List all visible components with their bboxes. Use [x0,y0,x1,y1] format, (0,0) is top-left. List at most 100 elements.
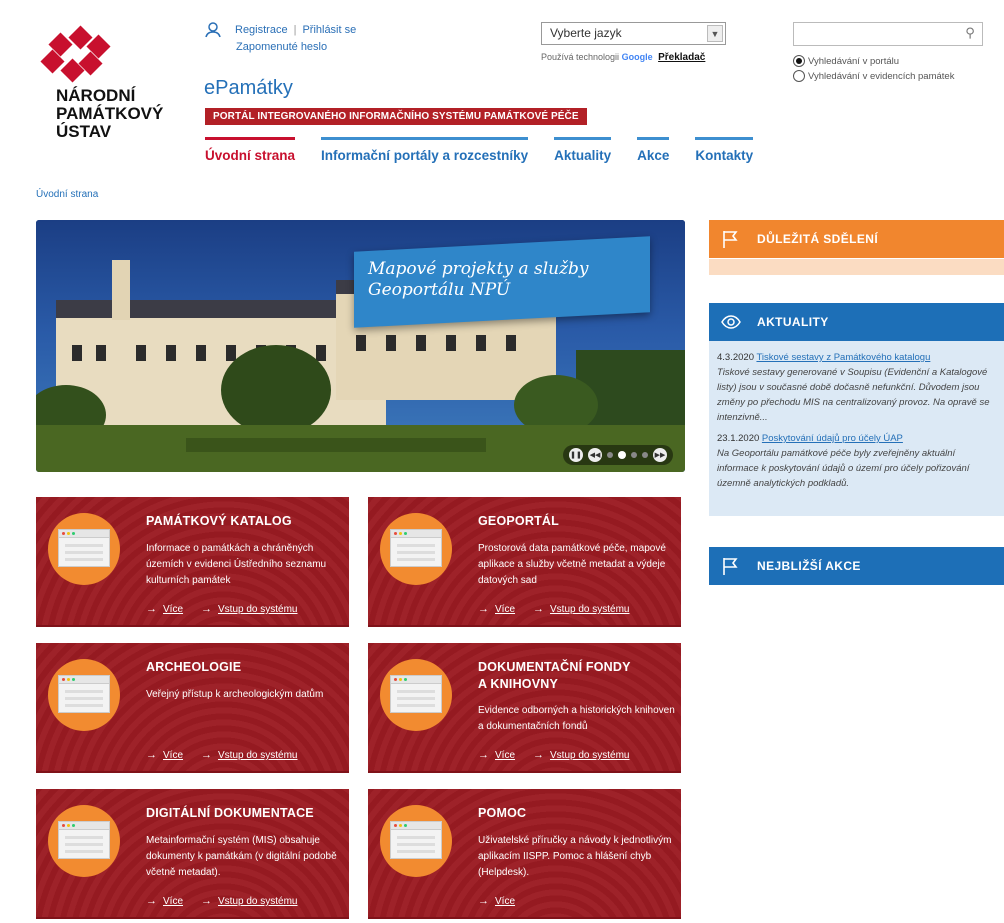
hero-caption-line2: Geoportálu NPÚ [368,280,511,301]
enter-system-link[interactable]: → Vstup do systému [533,749,629,761]
card-geoportal[interactable]: GEOPORTÁL Prostorová data památkové péče… [368,497,681,627]
news-header[interactable]: AKTUALITY [709,303,1004,341]
arrow-right-icon: → [478,895,489,907]
important-notices-header[interactable]: DŮLEŽITÁ SDĚLENÍ [709,220,1004,258]
radio-registry[interactable] [793,70,805,82]
user-links: Registrace | Přihlásit se Zapomenuté hes… [205,22,356,53]
card-description: Prostorová data památkové péče, mapové a… [478,543,666,586]
translate-link[interactable]: Překladač [658,52,705,63]
browser-window-icon [58,529,110,567]
google-logo: Google [621,52,653,62]
upcoming-events-title: NEJBLIŽŠÍ AKCE [757,559,861,573]
nav-home[interactable]: Úvodní strana [205,137,296,163]
hero-caption-line1: Mapové projekty a služby [368,259,589,280]
card-title: DIGITÁLNÍ DOKUMENTACE [146,806,314,820]
search-scope: Vyhledávání v portálu Vyhledávání v evid… [793,55,954,85]
next-icon[interactable]: ▶▶ [653,448,667,462]
prev-icon[interactable]: ◀◀ [588,448,602,462]
search-icon[interactable]: ⚲ [958,23,982,45]
upcoming-events-header[interactable]: NEJBLIŽŠÍ AKCE [709,547,1004,585]
news-item: 23.1.2020 Poskytování údajů pro účely ÚA… [717,431,996,491]
card-title: ARCHEOLOGIE [146,660,242,674]
card-help[interactable]: POMOC Uživatelské příručky a návody k je… [368,789,681,919]
arrow-right-icon: → [533,749,545,761]
card-description: Metainformační systém (MIS) obsahuje dok… [146,835,337,878]
user-link-separator: | [293,24,297,36]
card-description: Informace o památkách a chráněných území… [146,543,327,586]
search-option-registry[interactable]: Vyhledávání v evidencích památek [793,70,954,82]
enter-system-link[interactable]: → Vstup do systému [201,603,297,615]
nav-events[interactable]: Akce [637,137,670,163]
arrow-right-icon: → [478,603,489,615]
nav-portals[interactable]: Informační portály a rozcestníky [321,137,529,163]
slide-dot-active[interactable] [618,451,626,459]
news-list: 4.3.2020 Tiskové sestavy z Památkového k… [709,341,1004,516]
enter-system-link[interactable]: → Vstup do systému [201,895,297,907]
slider-controls: ❚❚ ◀◀ ▶▶ [563,445,673,465]
brand-title[interactable]: ePamátky [204,77,293,100]
more-link[interactable]: → Více [146,749,183,761]
news-text: Tiskové sestavy generované v Soupisu (Ev… [717,367,990,423]
nav-contacts[interactable]: Kontakty [695,137,754,163]
flag-icon [723,558,738,575]
translate-credit: Používá technologii Google Překladač [541,52,705,63]
browser-window-icon [390,675,442,713]
more-link[interactable]: → Více [478,895,515,907]
card-description: Evidence odborných a historických knihov… [478,705,675,732]
hero-caption[interactable]: Mapové projekty a služby Geoportálu NPÚ [354,236,650,328]
search-option-portal-label: Vyhledávání v portálu [808,55,900,67]
breadcrumb[interactable]: Úvodní strana [36,189,98,200]
card-archeology[interactable]: ARCHEOLOGIE Veřejný přístup k archeologi… [36,643,349,773]
language-select[interactable]: Vyberte jazyk ▼ [541,22,726,45]
card-documentation-funds[interactable]: DOKUMENTAČNÍ FONDY A KNIHOVNY Evidence od… [368,643,681,773]
logo-text: NÁRODNÍ PAMÁTKOVÝ ÚSTAV [56,86,164,141]
card-title: DOKUMENTAČNÍ FONDY A KNIHOVNY [478,660,631,691]
card-digital-documentation[interactable]: DIGITÁLNÍ DOKUMENTACE Metainformační sys… [36,789,349,919]
user-icon [205,22,221,38]
arrow-right-icon: → [478,749,489,761]
important-notices-title: DŮLEŽITÁ SDĚLENÍ [757,232,879,246]
arrow-right-icon: → [146,895,157,907]
search-option-portal[interactable]: Vyhledávání v portálu [793,55,954,67]
more-link[interactable]: → Více [478,749,515,761]
news-link[interactable]: Tiskové sestavy z Památkového katalogu [756,352,930,363]
card-description: Uživatelské příručky a návody k jednotli… [478,835,672,878]
news-link[interactable]: Poskytování údajů pro účely ÚAP [762,433,903,444]
arrow-right-icon: → [201,603,213,615]
browser-window-icon [58,675,110,713]
search-option-registry-label: Vyhledávání v evidencích památek [808,70,955,82]
card-description: Veřejný přístup k archeologickým datům [146,689,324,700]
hero-slider[interactable]: Mapové projekty a služby Geoportálu NPÚ … [36,220,685,472]
slide-dot[interactable] [642,452,648,458]
forgot-password-link[interactable]: Zapomenuté heslo [236,41,356,53]
card-catalog[interactable]: PAMÁTKOVÝ KATALOG Informace o památkách … [36,497,349,627]
arrow-right-icon: → [201,895,213,907]
card-title: PAMÁTKOVÝ KATALOG [146,514,292,528]
pause-icon[interactable]: ❚❚ [569,448,583,462]
main-navigation: Úvodní strana Informační portály a rozce… [205,137,779,163]
portal-subtitle: PORTÁL INTEGROVANÉHO INFORMAČNÍHO SYSTÉM… [205,108,587,125]
npu-logo[interactable]: NÁRODNÍ PAMÁTKOVÝ ÚSTAV [36,25,186,141]
more-link[interactable]: → Více [146,603,183,615]
news-date: 23.1.2020 [717,433,760,444]
arrow-right-icon: → [533,603,545,615]
login-link[interactable]: Přihlásit se [302,24,356,36]
slide-dot[interactable] [631,452,637,458]
radio-portal[interactable] [793,55,805,67]
arrow-right-icon: → [146,603,157,615]
logo-mark-icon [38,25,118,83]
search-input[interactable]: ⚲ [793,22,983,46]
enter-system-link[interactable]: → Vstup do systému [533,603,629,615]
nav-news[interactable]: Aktuality [554,137,612,163]
register-link[interactable]: Registrace [235,24,288,36]
more-link[interactable]: → Více [146,895,183,907]
flag-icon [723,231,738,248]
card-title: GEOPORTÁL [478,514,559,528]
news-date: 4.3.2020 [717,352,754,363]
news-title: AKTUALITY [757,315,829,329]
arrow-right-icon: → [201,749,213,761]
enter-system-link[interactable]: → Vstup do systému [201,749,297,761]
slide-dot[interactable] [607,452,613,458]
more-link[interactable]: → Více [478,603,515,615]
language-selected: Vyberte jazyk [550,26,622,40]
